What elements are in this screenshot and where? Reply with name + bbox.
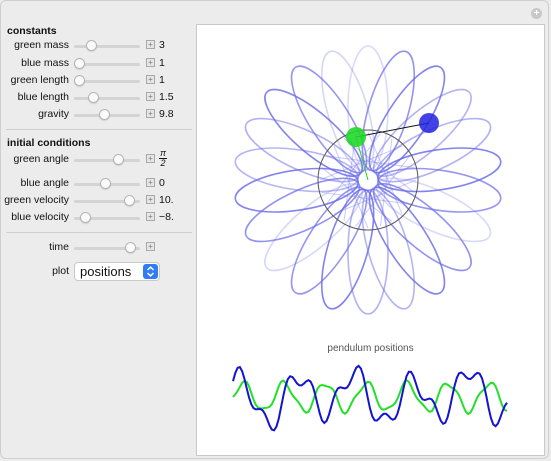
blue-pendulum-trace	[234, 45, 502, 315]
value-blue-velocity: −8.	[159, 211, 174, 223]
plus-icon[interactable]: +	[146, 178, 155, 187]
row-green-mass: green mass + 3	[1, 39, 193, 53]
section-title-constants: constants	[7, 25, 57, 37]
slider-knob[interactable]	[100, 178, 112, 189]
slider-knob[interactable]	[86, 40, 98, 51]
label-gravity: gravity	[38, 108, 69, 120]
slider-knob[interactable]	[74, 75, 85, 86]
slider-green-length[interactable]	[74, 75, 140, 86]
divider	[6, 129, 192, 130]
chevron-updown-icon	[143, 264, 158, 279]
row-blue-velocity: blue velocity + −8.	[1, 211, 193, 225]
slider-knob[interactable]	[125, 242, 137, 253]
row-gravity: gravity + 9.8	[1, 108, 193, 122]
slider-knob[interactable]	[74, 58, 85, 69]
slider-knob[interactable]	[79, 212, 91, 223]
pendulum-graphic	[232, 45, 508, 432]
fraction-denominator: 2	[159, 158, 167, 168]
plus-icon[interactable]: +	[146, 75, 155, 84]
plus-icon[interactable]: +	[146, 109, 155, 118]
slider-blue-angle[interactable]	[74, 178, 140, 189]
value-green-angle: π 2	[159, 149, 167, 168]
plus-icon[interactable]: +	[146, 58, 155, 67]
slider-time[interactable]	[74, 242, 140, 253]
graphics-view: pendulum positions	[196, 24, 545, 456]
value-blue-angle: 0	[159, 177, 165, 189]
fraction-numerator: π	[159, 148, 167, 158]
slider-blue-length[interactable]	[74, 92, 140, 103]
row-green-length: green length + 1	[1, 74, 193, 88]
slider-green-mass[interactable]	[74, 40, 140, 51]
row-green-angle: green angle + π 2	[1, 149, 193, 168]
label-blue-mass: blue mass	[21, 57, 69, 69]
slider-green-angle[interactable]	[74, 154, 140, 165]
divider	[6, 232, 192, 233]
value-green-mass: 3	[159, 39, 165, 51]
plus-icon[interactable]: +	[146, 92, 155, 101]
slider-knob[interactable]	[87, 92, 99, 103]
value-blue-length: 1.5	[159, 91, 174, 103]
plus-icon[interactable]: +	[146, 40, 155, 49]
value-gravity: 9.8	[159, 108, 174, 120]
value-green-length: 1	[159, 74, 165, 86]
label-blue-velocity: blue velocity	[11, 211, 69, 223]
row-green-velocity: green velocity + 10.	[1, 194, 193, 208]
plot-select-value: positions	[80, 264, 132, 279]
slider-gravity[interactable]	[74, 109, 140, 120]
section-title-initial-conditions: initial conditions	[7, 137, 91, 149]
plus-icon[interactable]: +	[146, 212, 155, 221]
plus-icon[interactable]: +	[146, 242, 155, 251]
row-time: time +	[1, 241, 193, 255]
blue-bob[interactable]	[419, 113, 439, 133]
plot-select[interactable]: positions	[74, 262, 160, 281]
row-blue-angle: blue angle + 0	[1, 177, 193, 191]
slider-blue-mass[interactable]	[74, 58, 140, 69]
row-blue-length: blue length + 1.5	[1, 91, 193, 105]
row-blue-mass: blue mass + 1	[1, 57, 193, 71]
slider-knob[interactable]	[112, 154, 124, 165]
slider-knob[interactable]	[123, 195, 135, 206]
value-blue-mass: 1	[159, 57, 165, 69]
graph-caption: pendulum positions	[327, 343, 414, 354]
app-window: + constants green mass + 3 blue mass + 1…	[0, 0, 549, 459]
label-green-mass: green mass	[14, 39, 69, 51]
value-green-velocity: 10.	[159, 194, 174, 206]
plus-icon[interactable]: +	[146, 195, 155, 204]
label-blue-length: blue length	[17, 91, 69, 103]
slider-knob[interactable]	[98, 109, 110, 120]
label-time: time	[49, 241, 69, 253]
plus-icon[interactable]: +	[146, 154, 155, 163]
label-blue-angle: blue angle	[20, 177, 69, 189]
label-green-velocity: green velocity	[4, 194, 69, 206]
slider-blue-velocity[interactable]	[74, 212, 140, 223]
label-green-angle: green angle	[13, 153, 69, 165]
label-green-length: green length	[10, 74, 69, 86]
row-plot: plot positions	[1, 262, 193, 282]
slider-green-velocity[interactable]	[74, 195, 140, 206]
green-bob[interactable]	[346, 127, 366, 147]
plus-icon[interactable]: +	[531, 8, 542, 19]
label-plot: plot	[52, 265, 69, 277]
